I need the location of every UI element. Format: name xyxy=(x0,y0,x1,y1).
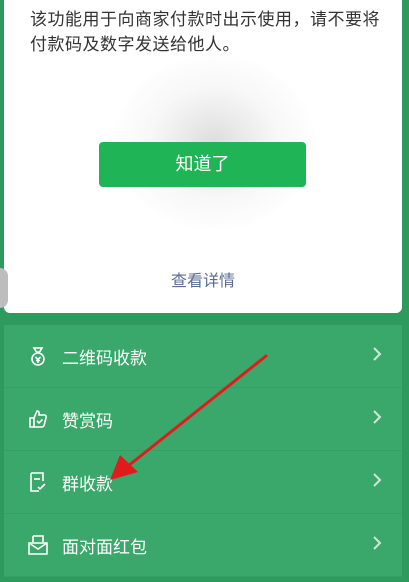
menu-item-group-collect[interactable]: 群收款 xyxy=(4,451,402,514)
side-edge-tab xyxy=(0,268,8,308)
view-details-link[interactable]: 查看详情 xyxy=(4,267,402,291)
payment-menu: 二维码收款 赞赏码 群收款 面对面红包 xyxy=(4,325,402,577)
money-bag-icon xyxy=(26,344,50,368)
chevron-right-icon xyxy=(372,346,382,366)
warning-text: 该功能用于向商家付款时出示使用，请不要将付款码及数字发送给他人。 xyxy=(30,10,380,55)
red-envelope-icon xyxy=(26,533,50,557)
chevron-right-icon xyxy=(372,472,382,492)
menu-item-label: 群收款 xyxy=(62,474,113,495)
menu-item-label: 赞赏码 xyxy=(62,411,113,432)
menu-item-qr-collect[interactable]: 二维码收款 xyxy=(4,325,402,388)
menu-item-label: 二维码收款 xyxy=(62,348,147,369)
menu-item-label: 面对面红包 xyxy=(62,537,147,558)
chevron-right-icon xyxy=(372,535,382,555)
menu-item-face-to-face-red-packet[interactable]: 面对面红包 xyxy=(4,514,402,577)
confirm-button[interactable]: 知道了 xyxy=(99,142,306,187)
payment-code-card: 该功能用于向商家付款时出示使用，请不要将付款码及数字发送给他人。 知道了 查看详… xyxy=(4,0,402,313)
thumbs-up-icon xyxy=(26,407,50,431)
menu-item-appreciation-code[interactable]: 赞赏码 xyxy=(4,388,402,451)
chevron-right-icon xyxy=(372,409,382,429)
group-payment-icon xyxy=(26,470,50,494)
